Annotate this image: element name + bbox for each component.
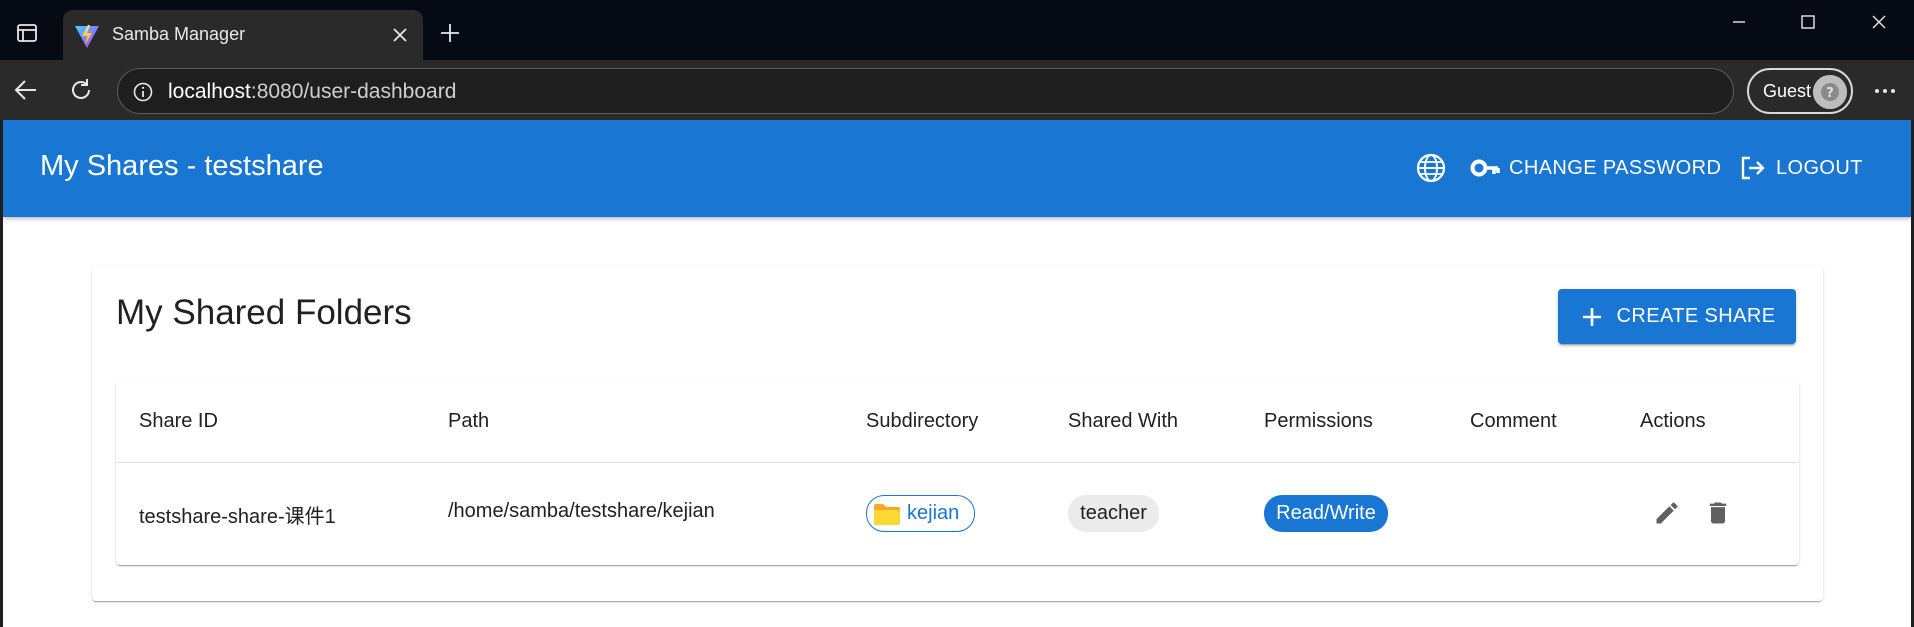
shares-table: Share ID Path Subdirectory Shared With P… [116, 380, 1799, 565]
logout-button[interactable]: LOGOUT [1736, 144, 1863, 192]
tab-title: Samba Manager [112, 24, 246, 44]
folder-icon [873, 500, 901, 528]
create-share-label: CREATE SHARE [1616, 305, 1776, 327]
header-comment: Comment [1470, 410, 1557, 432]
close-window-icon[interactable] [1859, 6, 1899, 38]
globe-icon[interactable] [1413, 150, 1449, 186]
subdirectory-label: kejian [907, 502, 960, 524]
header-permissions: Permissions [1264, 410, 1373, 432]
svg-text:?: ? [1826, 86, 1834, 101]
shared-with-chip: teacher [1068, 495, 1159, 532]
profile-label: Guest [1763, 80, 1812, 101]
avatar-icon: ? [1813, 75, 1847, 109]
url-text: localhost:8080/user-dashboard [168, 80, 456, 104]
page-viewport: My Shares - testshare CHANGE PASSWORD LO… [3, 120, 1911, 627]
maximize-icon[interactable] [1788, 6, 1828, 38]
page-title: My Shares - testshare [40, 150, 324, 182]
app-bar: My Shares - testshare CHANGE PASSWORD LO… [3, 120, 1911, 217]
address-bar[interactable]: localhost:8080/user-dashboard [117, 68, 1734, 114]
cell-path: /home/samba/testshare/kejian [448, 500, 715, 522]
tab-actions-icon[interactable] [8, 16, 46, 50]
header-share-id: Share ID [139, 410, 218, 432]
more-menu-icon[interactable] [1868, 76, 1902, 106]
url-path: :8080/user-dashboard [250, 80, 457, 103]
url-host: localhost [168, 80, 251, 103]
change-password-label: CHANGE PASSWORD [1509, 156, 1722, 179]
new-tab-icon[interactable] [433, 16, 467, 50]
card-title: My Shared Folders [116, 293, 412, 332]
site-info-icon[interactable] [132, 81, 154, 103]
browser-tab-bar: Samba Manager [0, 0, 1914, 60]
plus-icon [1579, 304, 1605, 330]
minimize-icon[interactable] [1719, 6, 1759, 38]
header-actions: Actions [1640, 410, 1706, 432]
key-icon [1469, 152, 1501, 184]
cell-share-id: testshare-share-课件1 [139, 506, 336, 528]
header-path: Path [448, 410, 490, 432]
browser-tab[interactable]: Samba Manager [63, 10, 423, 60]
browser-toolbar: localhost:8080/user-dashboard Guest ? [0, 60, 1914, 120]
change-password-button[interactable]: CHANGE PASSWORD [1469, 144, 1721, 192]
header-shared-with: Shared With [1068, 410, 1179, 432]
reload-icon[interactable] [63, 72, 99, 108]
header-subdirectory: Subdirectory [866, 410, 979, 432]
logout-icon [1736, 152, 1768, 184]
vite-logo-icon [73, 22, 101, 50]
back-arrow-icon[interactable] [8, 72, 44, 108]
shared-folders-card: My Shared Folders CREATE SHARE Share ID … [92, 265, 1823, 601]
pencil-icon[interactable] [1647, 493, 1687, 533]
permissions-chip: Read/Write [1264, 495, 1388, 532]
trash-icon[interactable] [1698, 493, 1738, 533]
create-share-button[interactable]: CREATE SHARE [1558, 289, 1796, 344]
logout-label: LOGOUT [1776, 156, 1863, 179]
tab-close-icon[interactable] [387, 22, 413, 48]
table-row: testshare-share-课件1 /home/samba/testshar… [116, 463, 1799, 565]
table-header: Share ID Path Subdirectory Shared With P… [116, 380, 1799, 463]
subdirectory-chip[interactable]: kejian [866, 495, 975, 532]
profile-button[interactable]: Guest ? [1747, 68, 1853, 114]
